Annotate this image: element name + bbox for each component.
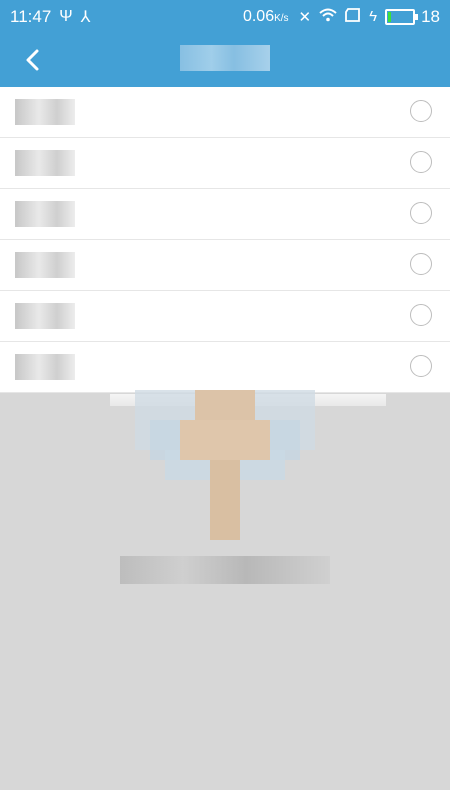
charging-icon: ϟ <box>369 8 378 25</box>
list-item[interactable] <box>0 189 450 240</box>
chevron-left-icon <box>26 49 39 71</box>
battery-icon <box>385 8 419 25</box>
radio-button[interactable] <box>410 304 432 326</box>
radio-button[interactable] <box>410 151 432 173</box>
radio-button[interactable] <box>410 100 432 122</box>
list-item-label-obscured <box>15 201 75 227</box>
radio-button[interactable] <box>410 355 432 377</box>
battery-level: 18 <box>421 6 440 26</box>
pointer-hand-icon <box>135 390 315 540</box>
list-item-label-obscured <box>15 252 75 278</box>
usb-icon: Ψ <box>59 7 73 25</box>
list-item-label-obscured <box>15 150 75 176</box>
status-time: 11:47 <box>10 6 52 26</box>
share-icon: ⅄ <box>80 8 91 26</box>
status-bar: 11:47 Ψ ⅄ 0.06K/s ✕ ϟ 18 <box>0 0 450 33</box>
list-item[interactable] <box>0 138 450 189</box>
list-item-label-obscured <box>15 99 75 125</box>
list-item[interactable] <box>0 291 450 342</box>
network-speed: 0.06K/s <box>242 7 289 25</box>
options-list <box>0 87 450 393</box>
back-button[interactable] <box>18 45 48 75</box>
list-item-label-obscured <box>15 354 75 380</box>
radio-button[interactable] <box>410 253 432 275</box>
wifi-icon <box>319 8 337 26</box>
hint-text <box>120 556 330 584</box>
list-item-label-obscured <box>15 303 75 329</box>
list-item[interactable] <box>0 342 450 393</box>
list-item[interactable] <box>0 240 450 291</box>
sim-icon <box>345 7 361 26</box>
radio-button[interactable] <box>410 202 432 224</box>
nav-bar <box>0 33 450 87</box>
page-title-obscured <box>180 45 270 71</box>
mute-icon: ✕ <box>298 8 312 26</box>
list-item[interactable] <box>0 87 450 138</box>
